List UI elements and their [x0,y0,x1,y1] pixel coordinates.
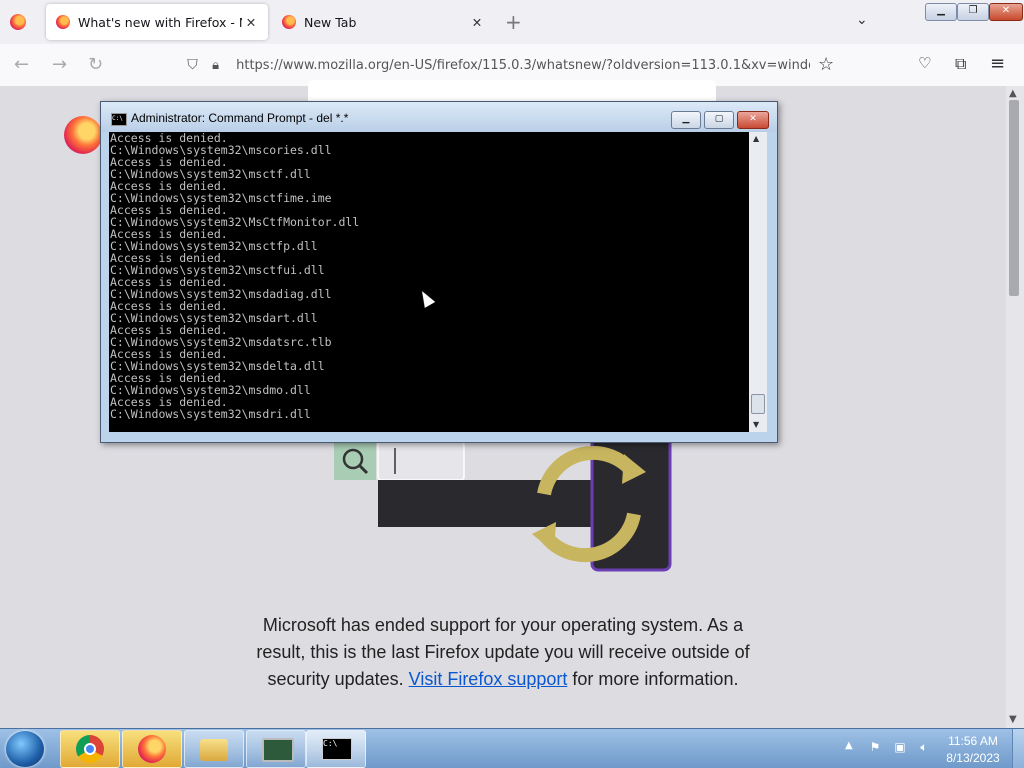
command-prompt-icon: C:\ [111,113,127,126]
taskbar-task-manager-button[interactable] [246,730,306,768]
tab-title: What's new with Firefox - More [78,14,242,30]
tab-title: New Tab [304,14,357,30]
clock-date[interactable]: 8/13/2023 [940,751,1006,765]
visit-firefox-support-link[interactable]: Visit Firefox support [409,669,568,689]
cmd-window-title: Administrator: Command Prompt - del *.* [131,111,349,125]
scroll-up-arrow-icon[interactable]: ▲ [753,134,759,143]
command-prompt-icon: C:\ [322,738,352,760]
illustration-search-box [334,442,376,480]
shield-icon[interactable]: ⛉ [180,57,205,73]
firefox-favicon-icon [282,15,296,29]
pocket-icon[interactable]: ♡ [918,54,931,72]
illustration-panel [378,480,598,527]
hamburger-menu-icon[interactable]: ≡ [990,53,1005,74]
network-icon[interactable]: ▣ [893,740,907,754]
firefox-view-icon[interactable] [10,14,26,30]
windows-explorer-icon [200,739,228,761]
cmd-close-button[interactable]: ✕ [737,111,769,129]
reload-icon[interactable]: ↻ [88,54,103,75]
cmd-scrollbar[interactable]: ▲ ▼ [749,132,767,432]
url-bar[interactable]: ⛉ 🔒︎ https://www.mozilla.org/en-US/firef… [180,50,810,80]
command-prompt-window[interactable]: C:\ Administrator: Command Prompt - del … [100,101,778,443]
chrome-icon [76,735,104,763]
restore-button[interactable]: ❐ [957,3,989,21]
forward-arrow-icon[interactable]: → [52,54,67,75]
notice-tail: for more information. [572,669,739,689]
taskbar-firefox-button[interactable] [122,730,182,768]
show-desktop-button[interactable] [1012,729,1024,768]
star-icon[interactable]: ☆ [818,54,834,75]
scroll-up-arrow-icon[interactable]: ▲ [1009,88,1017,99]
close-window-button[interactable]: ✕ [989,3,1023,21]
cmd-maximize-button[interactable]: ▢ [704,111,734,129]
firefox-icon [138,735,166,763]
volume-muted-icon[interactable]: 🔈︎ [917,740,931,754]
task-manager-icon [262,738,294,762]
illustration-input [377,441,465,481]
lock-icon[interactable]: 🔒︎ [205,58,226,73]
minimize-button[interactable]: ▁ [925,3,957,21]
start-button[interactable] [6,731,44,767]
cmd-minimize-button[interactable]: ▁ [671,111,701,129]
action-center-flag-icon[interactable]: ⚑ [868,740,882,754]
taskbar-explorer-button[interactable] [184,730,244,768]
clock-time[interactable]: 11:56 AM [940,734,1006,748]
scroll-down-arrow-icon[interactable]: ▼ [1009,714,1017,725]
list-all-tabs-chevron-icon[interactable]: ⌄ [856,12,868,28]
cmd-console-output[interactable]: Access is denied. C:\Windows\system32\ms… [109,132,749,432]
back-arrow-icon[interactable]: ← [14,54,29,75]
firefox-logo-icon [64,116,102,154]
new-tab-plus-icon[interactable]: + [505,10,522,34]
close-tab-icon[interactable]: ✕ [468,15,486,30]
console-text: Access is denied. C:\Windows\system32\ms… [110,132,360,421]
firefox-favicon-icon [56,15,70,29]
page-scrollbar-thumb[interactable] [1009,100,1019,296]
tab-new-tab[interactable]: New Tab ✕ [272,4,494,40]
close-tab-icon[interactable]: ✕ [242,15,260,30]
taskbar-cmd-button[interactable]: C:\ [306,730,366,768]
eol-notice: Microsoft has ended support for your ope… [250,612,756,693]
cmd-scrollbar-thumb[interactable] [751,394,765,414]
show-hidden-icons-icon[interactable]: ▲ [845,740,853,751]
taskbar-chrome-button[interactable] [60,730,120,768]
scroll-down-arrow-icon[interactable]: ▼ [753,420,759,429]
update-illustration [334,434,672,572]
tab-whats-new[interactable]: What's new with Firefox - More ✕ [46,4,268,40]
url-text[interactable]: https://www.mozilla.org/en-US/firefox/11… [236,58,810,73]
puzzle-icon[interactable]: ⧉ [955,54,966,74]
